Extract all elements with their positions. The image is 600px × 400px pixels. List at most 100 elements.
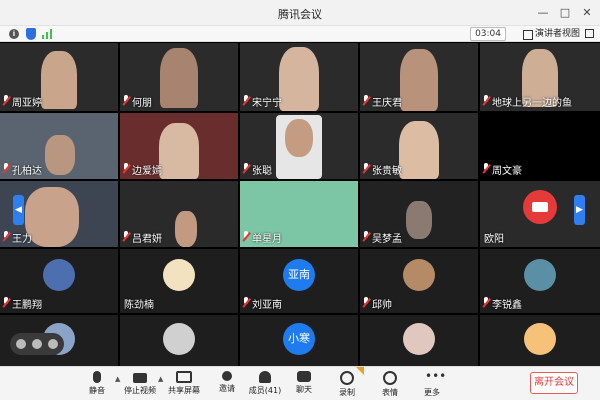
mic-muted-icon <box>362 297 371 308</box>
participant-tile[interactable]: 陈劲楠 <box>120 249 238 313</box>
mic-muted-icon <box>122 231 131 242</box>
participant-tile[interactable]: 单星月 <box>240 181 358 247</box>
participant-tile[interactable]: 何朋 <box>120 43 238 111</box>
participant-tile[interactable]: 李锐鑫 <box>480 249 600 313</box>
participant-name: 吕君妍 <box>122 230 162 245</box>
bottom-toolbar: 静音 ▲ 停止视频 ▲ 共享屏幕 邀请 成员(41) 聊天 录制 表情 ••• … <box>0 366 600 400</box>
smiley-icon <box>383 371 397 385</box>
participant-tile[interactable]: 小寒 <box>240 315 358 366</box>
meeting-info-bar: i 03:04 演讲者视图 <box>0 26 600 42</box>
chat-bubble-icon[interactable] <box>32 339 42 349</box>
mic-muted-icon <box>2 163 11 174</box>
mic-muted-icon <box>362 95 371 106</box>
mic-muted-icon <box>242 297 251 308</box>
participant-tile[interactable] <box>360 315 478 366</box>
mic-muted-icon <box>362 163 371 174</box>
participant-name: 王力 <box>2 230 32 245</box>
participant-tile[interactable]: 地球上另一边的鱼 <box>480 43 600 111</box>
speaker-view-button[interactable]: 演讲者视图 <box>522 27 580 41</box>
mute-button[interactable]: 静音 <box>77 369 117 399</box>
info-icon[interactable]: i <box>9 29 19 39</box>
avatar <box>163 259 195 291</box>
video-options-caret[interactable]: ▲ <box>158 375 163 383</box>
avatar <box>524 323 556 355</box>
signal-icon[interactable] <box>42 29 54 39</box>
avatar <box>403 323 435 355</box>
share-screen-button[interactable]: 共享屏幕 <box>164 369 204 399</box>
participant-tile[interactable]: 张聪 <box>240 113 358 179</box>
participant-tile[interactable]: 邱帅 <box>360 249 478 313</box>
stop-video-button[interactable]: 停止视频 <box>120 369 160 399</box>
participant-name: 周亚婷 <box>2 94 42 109</box>
participant-name: 周文豪 <box>482 162 522 177</box>
participant-tile[interactable]: 亚南 刘亚南 <box>240 249 358 313</box>
scroll-left-icon[interactable]: ◀ <box>13 195 24 225</box>
participant-name: 吴梦孟 <box>362 230 402 245</box>
participant-tile[interactable]: 王庆君 <box>360 43 478 111</box>
participant-tile[interactable]: 周文豪 <box>480 113 600 179</box>
participant-tile[interactable]: 吴梦孟 <box>360 181 478 247</box>
collapse-icon[interactable] <box>48 339 58 349</box>
members-icon <box>259 371 271 383</box>
meeting-window: 腾讯会议 — □ ✕ i 03:04 演讲者视图 周亚婷 何朋 宋宁宁 王庆君 <box>0 0 600 400</box>
participant-name: 何朋 <box>122 94 152 109</box>
shield-icon[interactable] <box>26 28 36 40</box>
window-title: 腾讯会议 <box>278 8 322 21</box>
close-icon[interactable]: ✕ <box>580 6 594 20</box>
chat-icon <box>297 371 311 382</box>
participant-name: 边爱嫣 <box>122 162 162 177</box>
participant-tile[interactable]: 周亚婷 <box>0 43 118 111</box>
meeting-timer: 03:04 <box>470 27 506 41</box>
emoji-icon[interactable] <box>16 339 26 349</box>
fullscreen-icon[interactable] <box>585 29 594 38</box>
participant-tile[interactable]: 张贵敏 <box>360 113 478 179</box>
avatar <box>403 259 435 291</box>
record-icon <box>340 371 354 385</box>
participant-name: 王庆君 <box>362 94 402 109</box>
mic-muted-icon <box>362 231 371 242</box>
mic-muted-icon <box>122 163 131 174</box>
reactions-button[interactable]: 表情 <box>370 369 410 399</box>
leave-meeting-button[interactable]: 离开会议 <box>530 372 578 394</box>
participant-tile[interactable]: 王鹏翔 <box>0 249 118 313</box>
avatar: 亚南 <box>283 259 315 291</box>
maximize-icon[interactable]: □ <box>558 6 572 20</box>
mic-muted-icon <box>2 231 11 242</box>
participant-tile[interactable]: 孔柏达 <box>0 113 118 179</box>
record-button[interactable]: 录制 <box>327 369 367 399</box>
participant-tile[interactable] <box>120 315 238 366</box>
floating-mini-toolbar[interactable] <box>10 333 64 355</box>
participant-tile[interactable] <box>480 315 600 366</box>
mic-muted-icon <box>482 163 491 174</box>
avatar <box>163 323 195 355</box>
participant-name: 宋宁宁 <box>242 94 282 109</box>
video-camera-icon <box>133 373 147 383</box>
avatar <box>43 259 75 291</box>
video-grid: 周亚婷 何朋 宋宁宁 王庆君 地球上另一边的鱼 孔柏达 边爱嫣 张聪 张贵敏 周… <box>0 43 600 366</box>
more-button[interactable]: ••• 更多 <box>412 369 452 399</box>
mic-muted-icon <box>2 297 11 308</box>
scroll-right-icon[interactable]: ▶ <box>574 195 585 225</box>
chat-button[interactable]: 聊天 <box>284 369 324 399</box>
participant-name: 张聪 <box>242 162 272 177</box>
participant-name: 张贵敏 <box>362 162 402 177</box>
mic-muted-icon <box>242 163 251 174</box>
mic-muted-icon <box>242 231 251 242</box>
participant-name: 陈劲楠 <box>124 300 154 311</box>
participant-tile[interactable]: 宋宁宁 <box>240 43 358 111</box>
mic-muted-icon <box>482 297 491 308</box>
participant-tile[interactable]: 吕君妍 <box>120 181 238 247</box>
mic-muted-icon <box>122 95 131 106</box>
avatar <box>524 259 556 291</box>
members-button[interactable]: 成员(41) <box>245 369 285 399</box>
participant-name: 刘亚南 <box>242 296 282 311</box>
mic-muted-icon <box>482 95 491 106</box>
minimize-icon[interactable]: — <box>536 6 550 20</box>
invite-button[interactable]: 邀请 <box>207 369 247 399</box>
mic-muted-icon <box>242 95 251 106</box>
participant-name: 邱帅 <box>362 296 392 311</box>
participant-name: 地球上另一边的鱼 <box>482 94 572 109</box>
participant-tile[interactable]: 边爱嫣 <box>120 113 238 179</box>
add-user-icon <box>222 371 232 381</box>
title-bar: 腾讯会议 — □ ✕ <box>0 0 600 26</box>
